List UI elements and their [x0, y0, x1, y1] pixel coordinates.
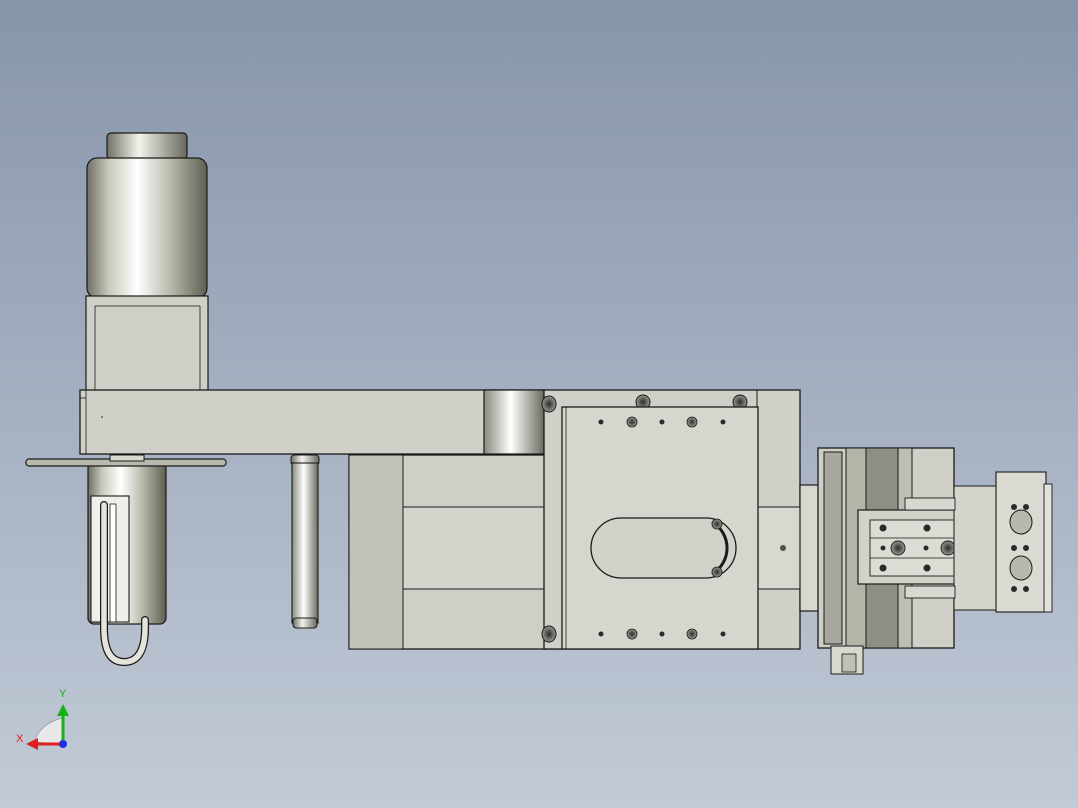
slider-plate[interactable]: [561, 406, 759, 650]
gripper-module[interactable]: [817, 447, 1053, 675]
main-arm[interactable]: [79, 389, 545, 455]
arm-joint-hub: [483, 389, 545, 455]
motor-assembly[interactable]: [85, 132, 209, 392]
motor-top-cap: [106, 132, 188, 160]
motor-flange: [85, 295, 209, 392]
z-axis-dot-icon: [59, 740, 67, 748]
coordinate-triad: [26, 704, 69, 750]
cad-viewport[interactable]: Y X: [0, 0, 1078, 808]
motor-body: [86, 157, 208, 299]
guide-rod[interactable]: [290, 454, 320, 629]
x-axis-label: X: [16, 733, 24, 745]
lower-shaft-assembly[interactable]: [25, 454, 227, 667]
y-axis-label: Y: [59, 688, 67, 700]
scara-robot-assembly-view[interactable]: [0, 0, 1078, 808]
triad-plane-icon: [33, 717, 63, 745]
